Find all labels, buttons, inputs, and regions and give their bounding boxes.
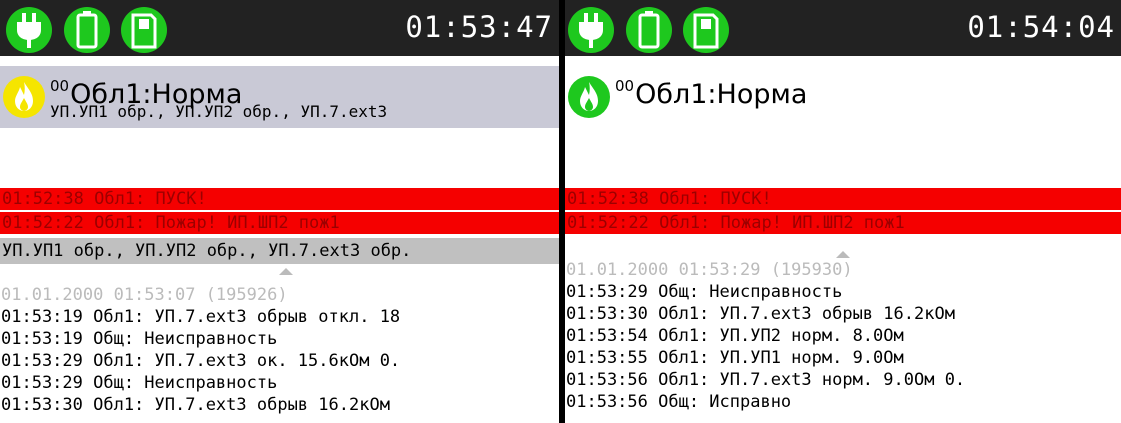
battery-icon: [64, 7, 110, 53]
log-header: 01.01.2000 01:53:07 (195926): [1, 285, 288, 305]
scroll-up-arrow-icon[interactable]: [836, 251, 850, 258]
log-line: 01:53:30 Обл1: УП.7.ext3 обрыв 16.2кОм: [1, 395, 390, 415]
event-log: 01.01.2000 01:53:07 (195926) 01:53:19 Об…: [0, 284, 559, 416]
status-bar: 01:54:04: [565, 0, 1121, 56]
sim-card-icon: [121, 7, 167, 53]
log-line: 01:53:19 Общ: Неисправность: [1, 329, 278, 349]
alarm-event-row[interactable]: 01:52:22 Обл1: Пожар! ИП.ШП2 пож1: [565, 212, 1121, 234]
log-header: 01.01.2000 01:53:29 (195930): [566, 260, 853, 280]
alarm-event-row[interactable]: 01:52:38 Обл1: ПУСК!: [0, 188, 559, 210]
zone-title: 00Обл1:Норма: [615, 77, 808, 110]
log-line: 01:53:29 Обл1: УП.7.ext3 ок. 15.6кОм 0.: [1, 351, 401, 371]
status-bar: 01:53:47: [0, 0, 559, 56]
sim-card-icon: [683, 7, 729, 53]
log-line: 01:53:56 Обл1: УП.7.ext3 норм. 9.0Ом 0.: [566, 370, 966, 390]
fire-icon: [568, 76, 610, 118]
power-icon: [568, 7, 614, 53]
power-icon: [6, 7, 52, 53]
log-line: 01:53:54 Обл1: УП.УП2 норм. 8.0Ом: [566, 326, 904, 346]
fault-event-row[interactable]: УП.УП1 обр., УП.УП2 обр., УП.7.ext3 обр.: [0, 238, 559, 264]
screen-left: 01:53:47 00Обл1:Норма УП.УП1 обр., УП.УП…: [0, 0, 559, 423]
clock: 01:54:04: [967, 10, 1115, 44]
zone-fault-summary: УП.УП1 обр., УП.УП2 обр., УП.7.ext3: [50, 102, 388, 121]
screen-right: 01:54:04 00Обл1:Норма 01:52:38 Обл1: ПУС…: [565, 0, 1121, 423]
zone-status[interactable]: 00Обл1:Норма УП.УП1 обр., УП.УП2 обр., У…: [0, 66, 559, 128]
event-log: 01.01.2000 01:53:29 (195930) 01:53:29 Об…: [565, 259, 1121, 413]
alarm-event-row[interactable]: 01:52:38 Обл1: ПУСК!: [565, 188, 1121, 210]
zone-status[interactable]: 00Обл1:Норма: [565, 66, 1121, 128]
log-line: 01:53:56 Общ: Исправно: [566, 392, 792, 412]
log-line: 01:53:29 Общ: Неисправность: [566, 282, 843, 302]
battery-icon: [626, 7, 672, 53]
log-line: 01:53:30 Обл1: УП.7.ext3 обрыв 16.2кОм: [566, 304, 955, 324]
log-line: 01:53:19 Обл1: УП.7.ext3 обрыв откл. 18: [1, 307, 401, 327]
scroll-up-arrow-icon[interactable]: [279, 268, 293, 275]
log-line: 01:53:29 Общ: Неисправность: [1, 373, 278, 393]
log-line: 01:53:55 Обл1: УП.УП1 норм. 9.0Ом: [566, 348, 904, 368]
fire-icon: [3, 76, 45, 118]
alarm-event-row[interactable]: 01:52:22 Обл1: Пожар! ИП.ШП2 пож1: [0, 212, 559, 234]
clock: 01:53:47: [405, 10, 553, 44]
